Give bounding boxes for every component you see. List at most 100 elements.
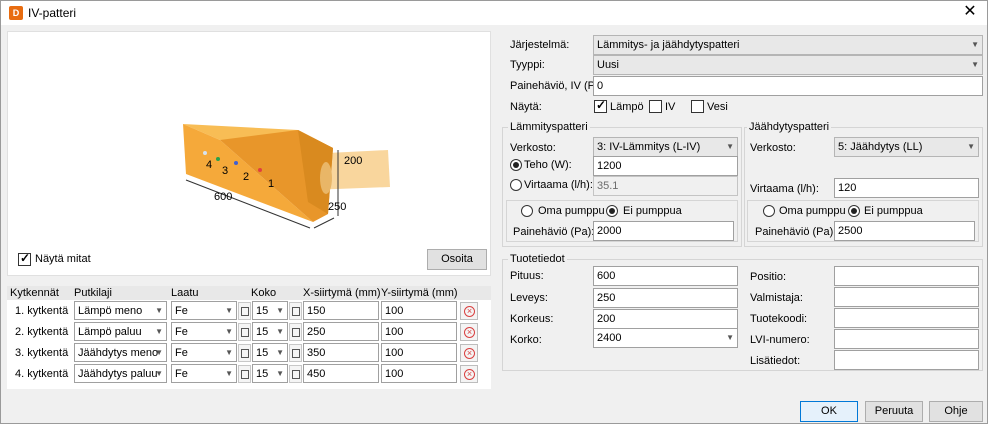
ok-button[interactable]: OK (800, 401, 858, 422)
x-offset-input[interactable]: 450 (303, 364, 379, 383)
cooling-network-select[interactable]: 5: Jäähdytys (LL) ▼ (834, 137, 979, 157)
quality-select[interactable]: Fe ▼ (171, 364, 237, 383)
delete-row-icon[interactable]: × (460, 302, 478, 320)
table-row: 4. kytkentä Jäähdytys paluu ▼ Fe ▼ 15 ▼ 450 100 × (7, 363, 491, 384)
iv-pressure-drop-input[interactable]: 0 (593, 76, 983, 96)
pipe-type-value: Lämpö paluu (78, 326, 142, 338)
chevron-down-icon: ▼ (276, 306, 284, 315)
show-dims-checkbox[interactable] (18, 251, 31, 266)
heating-own-pump-radio[interactable] (521, 205, 533, 217)
coil-3d-view[interactable]: 4 3 2 1 600 200 250 (8, 32, 490, 275)
size-value: 15 (256, 305, 269, 317)
x-offset-input[interactable]: 350 (303, 343, 379, 362)
size-select[interactable]: 15 ▼ (252, 343, 288, 362)
quality-select[interactable]: Fe ▼ (171, 343, 237, 362)
lvi-number-input[interactable] (834, 329, 979, 349)
chevron-down-icon: ▼ (726, 333, 734, 342)
heating-network-select[interactable]: 3: IV-Lämmitys (L-IV) ▼ (593, 137, 738, 157)
connector-label-3: 3 (222, 165, 228, 177)
dim-depth: 250 (328, 201, 346, 213)
cancel-button[interactable]: Peruuta (865, 401, 923, 422)
pipe-type-select[interactable]: Lämpö meno ▼ (74, 301, 167, 320)
heating-power-input[interactable]: 1200 (593, 156, 738, 176)
position-input[interactable] (834, 266, 979, 286)
extra-info-input[interactable] (834, 350, 979, 370)
quality-edit-icon[interactable] (238, 365, 251, 383)
cooling-no-pump-label: Ei pumppua (864, 205, 923, 217)
size-edit-icon[interactable] (289, 323, 302, 341)
y-offset-input[interactable]: 100 (381, 301, 457, 320)
cooling-pd-input[interactable]: 2500 (834, 221, 975, 241)
connection-name: 4. kytkentä (15, 368, 69, 380)
system-select[interactable]: Lämmitys- ja jäähdytyspatteri ▼ (593, 35, 983, 55)
width-input[interactable]: 250 (593, 288, 738, 308)
quality-select[interactable]: Fe ▼ (171, 301, 237, 320)
extra-info-label: Lisätiedot: (750, 355, 801, 367)
delete-row-icon[interactable]: × (460, 365, 478, 383)
size-edit-icon[interactable] (289, 302, 302, 320)
size-edit-icon[interactable] (289, 344, 302, 362)
manufacturer-input[interactable] (834, 287, 979, 307)
chevron-down-icon: ▼ (276, 369, 284, 378)
quality-edit-icon[interactable] (238, 323, 251, 341)
show-heat-checkbox[interactable] (594, 98, 607, 113)
pipe-type-select[interactable]: Jäähdytys paluu ▼ (74, 364, 167, 383)
show-iv-checkbox[interactable] (649, 100, 662, 113)
size-value: 15 (256, 347, 269, 359)
quality-edit-icon[interactable] (238, 302, 251, 320)
y-offset-input[interactable]: 100 (381, 364, 457, 383)
chevron-down-icon: ▼ (276, 327, 284, 336)
x-offset-input[interactable]: 150 (303, 301, 379, 320)
size-edit-icon[interactable] (289, 365, 302, 383)
cooling-no-pump-radio[interactable] (848, 205, 860, 217)
product-code-input[interactable] (834, 308, 979, 328)
heating-power-radio[interactable] (510, 159, 522, 171)
heating-no-pump-radio[interactable] (606, 205, 618, 217)
type-select[interactable]: Uusi ▼ (593, 55, 983, 75)
connector-label-4: 4 (206, 159, 212, 171)
size-select[interactable]: 15 ▼ (252, 301, 288, 320)
height-input[interactable]: 200 (593, 309, 738, 329)
window-title: IV-patteri (28, 6, 77, 20)
pipe-type-select[interactable]: Jäähdytys meno ▼ (74, 343, 167, 362)
x-offset-input[interactable]: 250 (303, 322, 379, 341)
quality-value: Fe (175, 305, 188, 317)
delete-row-icon[interactable]: × (460, 344, 478, 362)
header-pipe-type: Putkilaji (74, 287, 112, 299)
lvi-number-label: LVI-numero: (750, 334, 810, 346)
y-offset-input[interactable]: 100 (381, 343, 457, 362)
title-bar: D IV-patteri ✕ (1, 1, 987, 25)
pipe-type-value: Jäähdytys meno (78, 347, 159, 359)
size-select[interactable]: 15 ▼ (252, 364, 288, 383)
dim-height: 200 (344, 155, 362, 167)
product-group-title: Tuotetiedot (508, 253, 567, 265)
length-input[interactable]: 600 (593, 266, 738, 286)
quality-select[interactable]: Fe ▼ (171, 322, 237, 341)
show-water-checkbox[interactable] (691, 100, 704, 113)
heating-flow-radio[interactable] (510, 179, 522, 191)
elevation-select[interactable]: 2400 ▼ (593, 328, 738, 348)
connections-table: Kytkennät Putkilaji Laatu Koko X-siirtym… (7, 286, 491, 389)
connector-dot-3 (216, 157, 220, 161)
show-label: Näytä: (510, 101, 542, 113)
point-button[interactable]: Osoita (427, 249, 487, 270)
cooling-own-pump-radio[interactable] (763, 205, 775, 217)
connection-name: 1. kytkentä (15, 305, 69, 317)
chevron-down-icon: ▼ (155, 306, 163, 315)
show-water-label: Vesi (707, 101, 728, 113)
pipe-type-select[interactable]: Lämpö paluu ▼ (74, 322, 167, 341)
help-button[interactable]: Ohje (929, 401, 983, 422)
y-offset-input[interactable]: 100 (381, 322, 457, 341)
delete-row-icon[interactable]: × (460, 323, 478, 341)
close-icon[interactable]: ✕ (961, 3, 979, 21)
connector-dot-1 (258, 168, 262, 172)
heating-no-pump-label: Ei pumppua (623, 205, 682, 217)
chevron-down-icon: ▼ (155, 369, 163, 378)
heating-pd-input[interactable]: 2000 (593, 221, 734, 241)
cooling-flow-input[interactable]: 120 (834, 178, 979, 198)
pipe-type-value: Lämpö meno (78, 305, 143, 317)
connector-dot-2 (234, 161, 238, 165)
length-label: Pituus: (510, 270, 544, 282)
size-select[interactable]: 15 ▼ (252, 322, 288, 341)
quality-edit-icon[interactable] (238, 344, 251, 362)
